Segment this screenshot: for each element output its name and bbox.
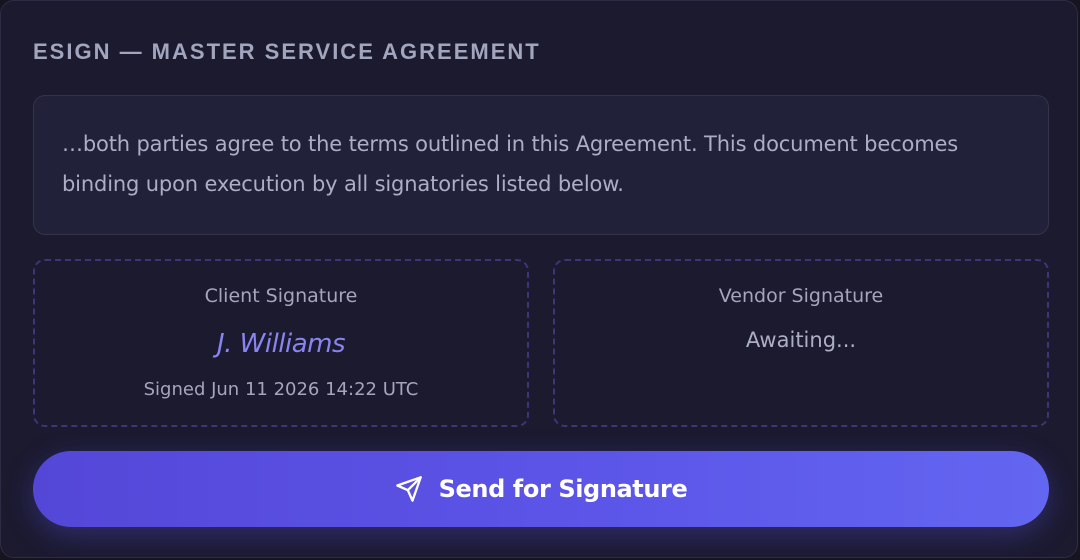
document-excerpt: …both parties agree to the terms outline… [33, 95, 1049, 235]
document-excerpt-line-1: …both parties agree to the terms outline… [62, 132, 959, 156]
client-signature-name: J. Williams [216, 329, 346, 359]
document-excerpt-line-2: binding upon execution by all signatorie… [62, 172, 624, 196]
client-signature-label: Client Signature [204, 285, 358, 307]
send-icon [395, 475, 423, 503]
client-signature-box[interactable]: Client Signature J. Williams Signed Jun … [33, 259, 529, 427]
card-title: ESIGN — MASTER SERVICE AGREEMENT [33, 39, 541, 64]
send-for-signature-label: Send for Signature [438, 475, 688, 503]
vendor-signature-label: Vendor Signature [718, 285, 884, 307]
esign-card: ESIGN — MASTER SERVICE AGREEMENT …both p… [0, 0, 1078, 558]
client-signed-timestamp: Signed Jun 11 2026 14:22 UTC [143, 379, 419, 400]
vendor-signature-box[interactable]: Vendor Signature Awaiting... [553, 259, 1049, 427]
vendor-signature-status: Awaiting... [745, 328, 857, 352]
send-for-signature-button[interactable]: Send for Signature [33, 451, 1049, 527]
